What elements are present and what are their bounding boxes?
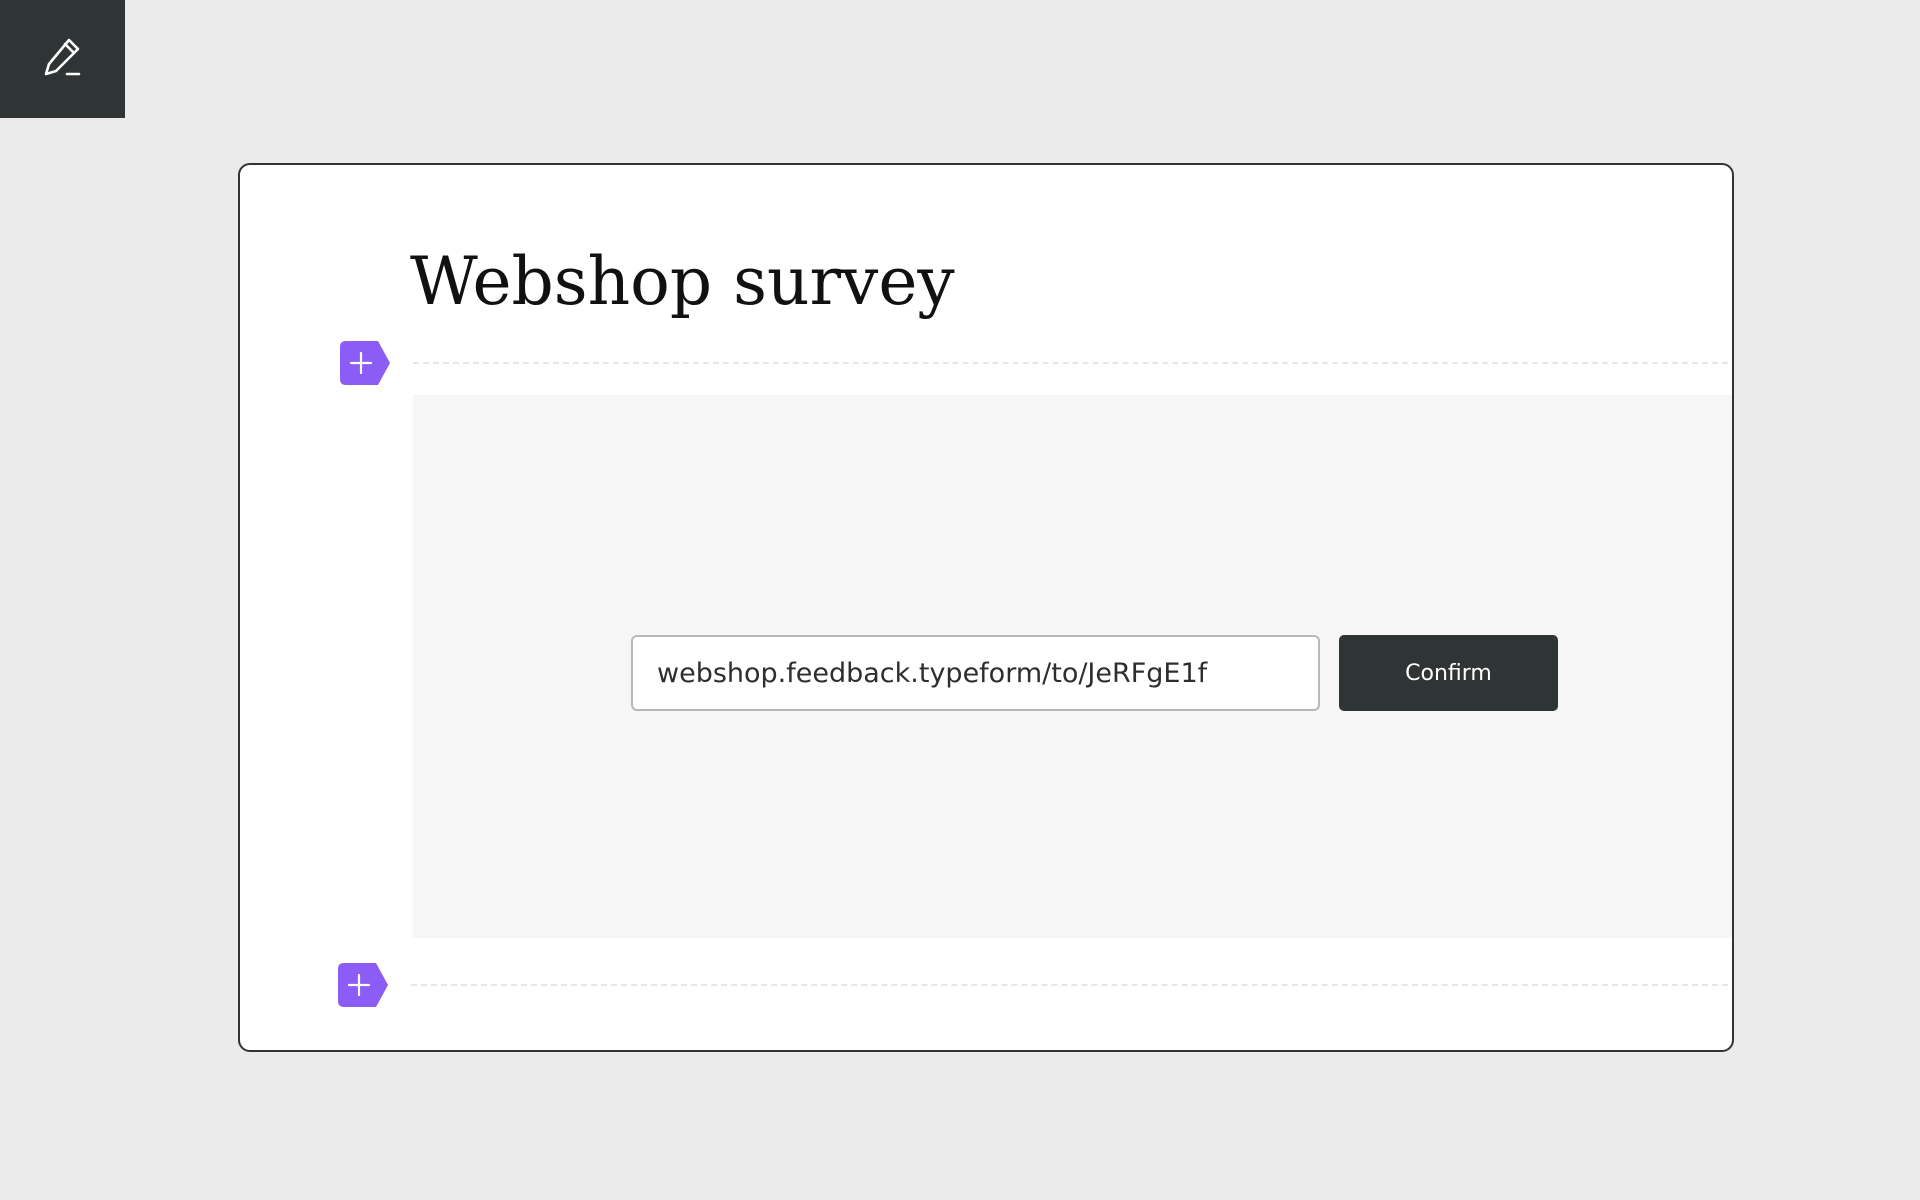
plus-icon [340, 341, 390, 385]
add-block-button-top[interactable] [340, 341, 390, 385]
form-title[interactable]: Webshop survey [410, 249, 955, 315]
block-divider-top [413, 362, 1732, 364]
block-divider-bottom [411, 984, 1732, 986]
plus-icon [338, 963, 388, 1007]
confirm-button[interactable]: Confirm [1339, 635, 1558, 711]
add-block-button-bottom[interactable] [338, 963, 388, 1007]
embed-block: Confirm [413, 395, 1732, 938]
embed-url-input[interactable] [631, 635, 1320, 711]
edit-tab[interactable] [0, 0, 125, 118]
pencil-icon [41, 35, 85, 84]
form-editor-card: Webshop survey Confirm [238, 163, 1734, 1052]
